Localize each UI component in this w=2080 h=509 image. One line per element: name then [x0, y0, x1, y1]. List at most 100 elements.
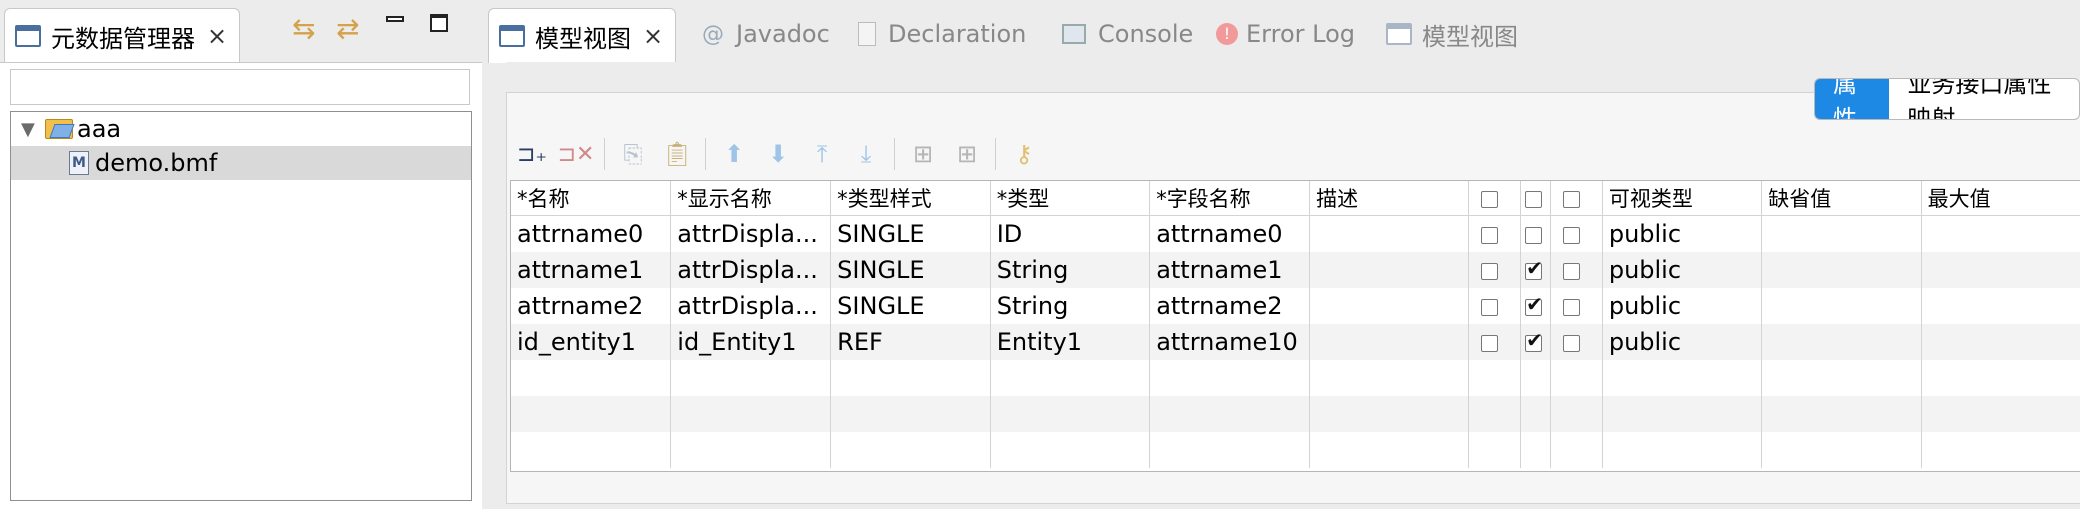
header-checkbox[interactable]: [1481, 190, 1499, 208]
header-checkbox[interactable]: [1563, 190, 1580, 208]
move-bottom-icon[interactable]: ⤓: [848, 136, 884, 172]
column-header-default[interactable]: 缺省值: [1761, 181, 1922, 216]
row-checkbox[interactable]: [1525, 226, 1543, 244]
table-cell-desc[interactable]: [1309, 288, 1470, 324]
column-header-check-1[interactable]: [1468, 181, 1522, 216]
row-checkbox[interactable]: [1481, 334, 1499, 352]
link-editor-icon[interactable]: ⇄: [336, 12, 359, 45]
table-cell-field[interactable]: attrname0: [1149, 215, 1311, 252]
table-cell-visibility[interactable]: public: [1602, 215, 1763, 252]
row-checkbox[interactable]: [1481, 226, 1499, 244]
table-cell-type[interactable]: ID: [990, 215, 1151, 252]
table-cell-field[interactable]: attrname2: [1149, 288, 1311, 324]
add-row-icon[interactable]: ⊐₊: [514, 136, 550, 172]
row-checkbox[interactable]: [1563, 262, 1580, 280]
tab-model-view-2[interactable]: 模型视图: [1386, 14, 1518, 54]
filter-input[interactable]: [10, 69, 470, 105]
table-cell-display[interactable]: attrDispla...: [670, 215, 832, 252]
table-cell-display[interactable]: attrDispla...: [670, 288, 832, 324]
row-checkbox[interactable]: [1481, 262, 1499, 280]
grid-alt-icon[interactable]: ⊞: [949, 136, 985, 172]
move-top-icon[interactable]: ⤒: [804, 136, 840, 172]
table-row[interactable]: id_entity1 id_Entity1 REF Entity1 attrname10…: [511, 324, 2080, 360]
column-header-visibility[interactable]: 可视类型: [1602, 181, 1763, 216]
table-cell-style[interactable]: REF: [830, 324, 991, 360]
table-cell-type[interactable]: String: [990, 252, 1151, 288]
row-checkbox[interactable]: [1525, 292, 1543, 316]
row-checkbox[interactable]: [1525, 256, 1543, 280]
tab-model-view[interactable]: 模型视图 ×: [488, 8, 677, 63]
empty-cell: [990, 432, 1151, 468]
table-cell-default[interactable]: [1761, 215, 1922, 252]
tree-item-aaa[interactable]: ▼ aaa: [11, 112, 471, 146]
table-cell-max[interactable]: [1921, 252, 2080, 288]
close-icon[interactable]: ×: [643, 24, 663, 48]
table-cell-max[interactable]: [1921, 215, 2080, 252]
table-cell-style[interactable]: SINGLE: [830, 215, 991, 252]
tab-javadoc[interactable]: @ Javadoc: [702, 14, 830, 54]
table-cell-default[interactable]: [1761, 324, 1922, 360]
table-cell-type[interactable]: String: [990, 288, 1151, 324]
table-row[interactable]: attrname0 attrDispla... SINGLE ID attrname0 p…: [511, 215, 2080, 252]
column-header-display-name[interactable]: *显示名称: [670, 181, 832, 216]
table-cell-visibility[interactable]: public: [1602, 324, 1763, 360]
table-row[interactable]: attrname1 attrDispla... SINGLE String attrna…: [511, 252, 2080, 288]
tab-metadata-manager[interactable]: 元数据管理器 ×: [4, 8, 241, 63]
segment-interface-mapping[interactable]: 业务接口属性映射: [1889, 79, 2079, 119]
segment-attributes[interactable]: 属性: [1815, 79, 1890, 119]
expand-arrow-icon[interactable]: ▼: [21, 119, 41, 140]
column-header-check-3[interactable]: [1550, 181, 1603, 216]
tree-item-demo-bmf[interactable]: M demo.bmf: [11, 146, 471, 180]
table-cell-style[interactable]: SINGLE: [830, 252, 991, 288]
sync-icon[interactable]: ⇆: [292, 12, 315, 45]
table-cell-desc[interactable]: [1309, 324, 1470, 360]
column-header-name[interactable]: *名称: [511, 181, 672, 216]
table-cell-display[interactable]: attrDispla...: [670, 252, 832, 288]
table-cell-field[interactable]: attrname10: [1149, 324, 1311, 360]
row-checkbox[interactable]: [1563, 298, 1580, 316]
table-cell-field[interactable]: attrname1: [1149, 252, 1311, 288]
table-cell-type[interactable]: Entity1: [990, 324, 1151, 360]
table-cell-default[interactable]: [1761, 252, 1922, 288]
table-cell-style[interactable]: SINGLE: [830, 288, 991, 324]
minimize-icon[interactable]: [386, 16, 404, 22]
table-cell-default[interactable]: [1761, 288, 1922, 324]
table-cell-name[interactable]: attrname0: [511, 215, 672, 252]
delete-row-icon[interactable]: ⊐✕: [558, 136, 595, 172]
header-checkbox[interactable]: [1525, 190, 1543, 208]
column-header-field-name[interactable]: *字段名称: [1149, 181, 1311, 216]
tab-console[interactable]: Console: [1062, 14, 1193, 54]
grid-icon[interactable]: ⊞: [905, 136, 941, 172]
table-cell-checkbox: [1550, 252, 1603, 288]
table-cell-visibility[interactable]: public: [1602, 252, 1763, 288]
paste-icon[interactable]: 📋︎: [659, 136, 695, 172]
table-row[interactable]: attrname2 attrDispla... SINGLE String attrna…: [511, 288, 2080, 324]
table-cell-name[interactable]: id_entity1: [511, 324, 672, 360]
table-cell-visibility[interactable]: public: [1602, 288, 1763, 324]
table-cell-name[interactable]: attrname1: [511, 252, 672, 288]
row-checkbox[interactable]: [1563, 226, 1580, 244]
table-cell-desc[interactable]: [1309, 215, 1470, 252]
move-up-icon[interactable]: ⬆: [716, 136, 752, 172]
tab-label: 模型视图: [1422, 22, 1518, 51]
column-header-max[interactable]: 最大值: [1921, 181, 2080, 216]
table-cell-max[interactable]: [1921, 288, 2080, 324]
row-checkbox[interactable]: [1525, 328, 1543, 352]
table-cell-display[interactable]: id_Entity1: [670, 324, 832, 360]
row-checkbox[interactable]: [1481, 298, 1499, 316]
table-cell-max[interactable]: [1921, 324, 2080, 360]
column-header-description[interactable]: 描述: [1309, 181, 1470, 216]
column-header-check-2[interactable]: [1520, 181, 1551, 216]
table-cell-desc[interactable]: [1309, 252, 1470, 288]
maximize-icon[interactable]: [430, 14, 448, 32]
key-icon[interactable]: ⚷: [1006, 136, 1042, 172]
row-checkbox[interactable]: [1563, 334, 1580, 352]
column-header-type[interactable]: *类型: [990, 181, 1151, 216]
table-cell-name[interactable]: attrname2: [511, 288, 672, 324]
copy-icon[interactable]: ⎘: [615, 136, 651, 172]
tab-declaration[interactable]: Declaration: [858, 14, 1026, 54]
close-icon[interactable]: ×: [207, 24, 227, 48]
tab-error-log[interactable]: ! Error Log: [1216, 14, 1355, 54]
move-down-icon[interactable]: ⬇: [760, 136, 796, 172]
column-header-type-style[interactable]: *类型样式: [830, 181, 991, 216]
